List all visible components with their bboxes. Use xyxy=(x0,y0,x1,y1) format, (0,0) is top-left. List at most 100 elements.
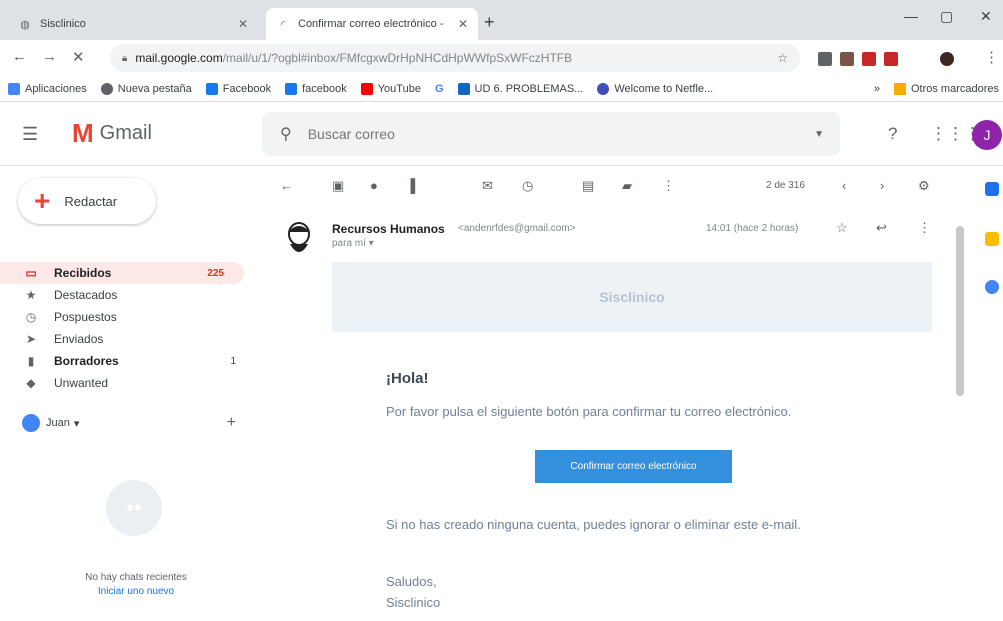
maximize-icon[interactable]: ▢ xyxy=(940,8,953,25)
report-spam-icon[interactable]: ● xyxy=(370,178,378,193)
browser-toolbar: ← → ✕ 🔒︎ mail.google.com /mail/u/1/?ogbl… xyxy=(0,40,1003,76)
sidebar-item-sent[interactable]: ➤ Enviados xyxy=(0,328,256,350)
user-avatar xyxy=(22,414,40,432)
newer-chevron-icon[interactable]: ‹ xyxy=(842,178,846,193)
address-bar[interactable]: 🔒︎ mail.google.com /mail/u/1/?ogbl#inbox… xyxy=(110,44,800,72)
calendar-icon[interactable] xyxy=(985,182,999,196)
unread-count: 225 xyxy=(207,267,224,279)
compose-button[interactable]: + Redactar xyxy=(18,178,156,224)
star-icon[interactable]: ☆ xyxy=(836,220,848,236)
gmail-logo[interactable]: M Gmail xyxy=(72,118,152,149)
label-icon: ◆ xyxy=(26,376,36,390)
search-icon[interactable]: ⚲ xyxy=(280,124,292,144)
drafts-count: 1 xyxy=(230,355,236,367)
scrollbar-thumb[interactable] xyxy=(956,226,964,396)
gmail-m-icon: M xyxy=(72,118,94,148)
browser-menu-icon[interactable]: ⋮ xyxy=(984,48,999,66)
move-to-icon[interactable]: ▤ xyxy=(582,178,594,194)
sidebar-item-inbox[interactable]: ▭ Recibidos 225 xyxy=(0,262,244,284)
more-options-icon[interactable]: ⋮ xyxy=(662,178,675,194)
keep-icon[interactable] xyxy=(985,232,999,246)
search-input[interactable] xyxy=(307,126,788,142)
clock-icon: ◷ xyxy=(25,310,37,324)
extension-icon[interactable] xyxy=(862,52,876,66)
sidebar-item-snoozed[interactable]: ◷ Pospuestos xyxy=(0,306,256,328)
message-time: 14:01 (hace 2 horas) xyxy=(706,223,799,234)
forward-icon[interactable]: → xyxy=(42,48,57,65)
account-avatar[interactable]: J xyxy=(972,120,1002,150)
plus-icon: + xyxy=(34,185,51,216)
folder-icon xyxy=(893,83,906,95)
profile-icon[interactable] xyxy=(940,52,954,66)
email-signoff: Saludos, xyxy=(386,574,437,589)
bookmark-star-icon[interactable]: ☆ xyxy=(777,51,788,65)
extension-icon[interactable] xyxy=(840,52,854,66)
close-window-icon[interactable]: ✕ xyxy=(980,8,992,25)
draft-icon: ▮ xyxy=(27,354,35,368)
snooze-icon[interactable]: ◷ xyxy=(522,178,533,194)
bookmark-netflix[interactable]: Welcome to Netfle... xyxy=(597,82,713,95)
bookmark-new-tab[interactable]: Nueva pestaña xyxy=(100,82,192,95)
email-greeting: ¡Hola! xyxy=(386,370,429,387)
browser-tab-strip: ◍ Sisclinico ✕ ◜ Confirmar correo electr… xyxy=(0,0,1003,40)
browser-tab-gmail[interactable]: ◜ Confirmar correo electrónico - ✕ xyxy=(266,8,478,40)
help-icon[interactable]: ? xyxy=(888,124,897,144)
other-bookmarks[interactable]: Otros marcadores xyxy=(911,83,999,95)
recipient-line[interactable]: para mí ▾ xyxy=(332,238,374,249)
minimize-icon[interactable]: — xyxy=(904,8,918,24)
url-host: mail.google.com xyxy=(135,51,223,65)
stop-loading-icon[interactable]: ✕ xyxy=(72,48,85,66)
main-menu-icon[interactable]: ☰ xyxy=(22,124,38,145)
bookmark-youtube[interactable]: YouTube xyxy=(360,82,421,95)
extension-icon[interactable] xyxy=(884,52,898,66)
reply-icon[interactable]: ↩ xyxy=(876,220,887,236)
tab-close-icon[interactable]: ✕ xyxy=(458,17,468,31)
gmail-header: ☰ M Gmail ⚲ ▼ ? ⋮⋮⋮ J xyxy=(0,102,1003,166)
apps-grid-icon xyxy=(8,82,20,95)
facebook-icon xyxy=(285,82,298,95)
bookmark-ud6[interactable]: UD 6. PROBLEMAS... xyxy=(457,82,583,95)
back-icon[interactable]: ← xyxy=(12,48,27,65)
bookmark-google[interactable]: G xyxy=(435,83,444,95)
start-chat-link[interactable]: Iniciar uno nuevo xyxy=(56,586,216,597)
url-path: /mail/u/1/?ogbl#inbox/FMfcgxwDrHpNHCdHpW… xyxy=(222,51,573,65)
new-chat-plus-icon[interactable]: + xyxy=(227,414,236,432)
older-chevron-icon[interactable]: › xyxy=(880,178,884,193)
message-toolbar: ← ▣ ● ▐ ✉ ◷ ▤ ▰ ⋮ xyxy=(262,166,942,208)
new-tab-icon[interactable]: + xyxy=(484,12,495,33)
archive-icon[interactable]: ▣ xyxy=(332,178,344,194)
hangouts-user[interactable]: Juan ▾ + xyxy=(22,412,242,434)
mark-unread-icon[interactable]: ✉ xyxy=(482,178,493,194)
email-signature: Sisclinico xyxy=(386,595,441,610)
message-more-icon[interactable]: ⋮ xyxy=(918,220,931,236)
email-banner: Sisclinico xyxy=(332,262,932,332)
lock-icon: 🔒︎ xyxy=(122,52,128,64)
sidebar-item-unwanted[interactable]: ◆ Unwanted xyxy=(0,372,256,394)
sidebar-nav: ▭ Recibidos 225 ★ Destacados ◷ Pospuesto… xyxy=(0,262,256,394)
chrome-icon xyxy=(100,82,113,95)
chevron-down-icon: ▾ xyxy=(73,417,80,430)
back-to-inbox-icon[interactable]: ← xyxy=(280,178,293,193)
search-bar: ⚲ ▼ xyxy=(262,112,840,156)
settings-gear-icon[interactable]: ⚙ xyxy=(918,178,930,194)
bookmark-apps[interactable]: Aplicaciones xyxy=(8,82,87,95)
star-icon: ★ xyxy=(25,288,37,302)
more-bookmarks-icon[interactable]: » xyxy=(874,83,880,95)
bookmark-facebook-2[interactable]: facebook xyxy=(285,82,347,95)
send-icon: ➤ xyxy=(25,332,37,346)
sidebar-item-starred[interactable]: ★ Destacados xyxy=(0,284,256,306)
labels-icon[interactable]: ▰ xyxy=(622,178,632,194)
search-options-icon[interactable]: ▼ xyxy=(814,129,824,140)
email-ignore-note: Si no has creado ninguna cuenta, puedes … xyxy=(386,517,801,532)
delete-icon[interactable]: ▐ xyxy=(406,178,415,193)
document-icon xyxy=(457,82,470,95)
browser-tab-sisclinico[interactable]: ◍ Sisclinico ✕ xyxy=(8,8,258,40)
confirm-email-button[interactable]: Confirmar correo electrónico xyxy=(535,450,732,483)
extension-icon[interactable] xyxy=(818,52,832,66)
tab-close-icon[interactable]: ✕ xyxy=(238,17,248,31)
sender-name: Recursos Humanos xyxy=(332,222,445,236)
bookmark-facebook[interactable]: Facebook xyxy=(205,82,271,95)
tasks-icon[interactable] xyxy=(985,280,999,294)
no-recent-chats: No hay chats recientes xyxy=(85,572,187,583)
sidebar-item-drafts[interactable]: ▮ Borradores 1 xyxy=(0,350,256,372)
